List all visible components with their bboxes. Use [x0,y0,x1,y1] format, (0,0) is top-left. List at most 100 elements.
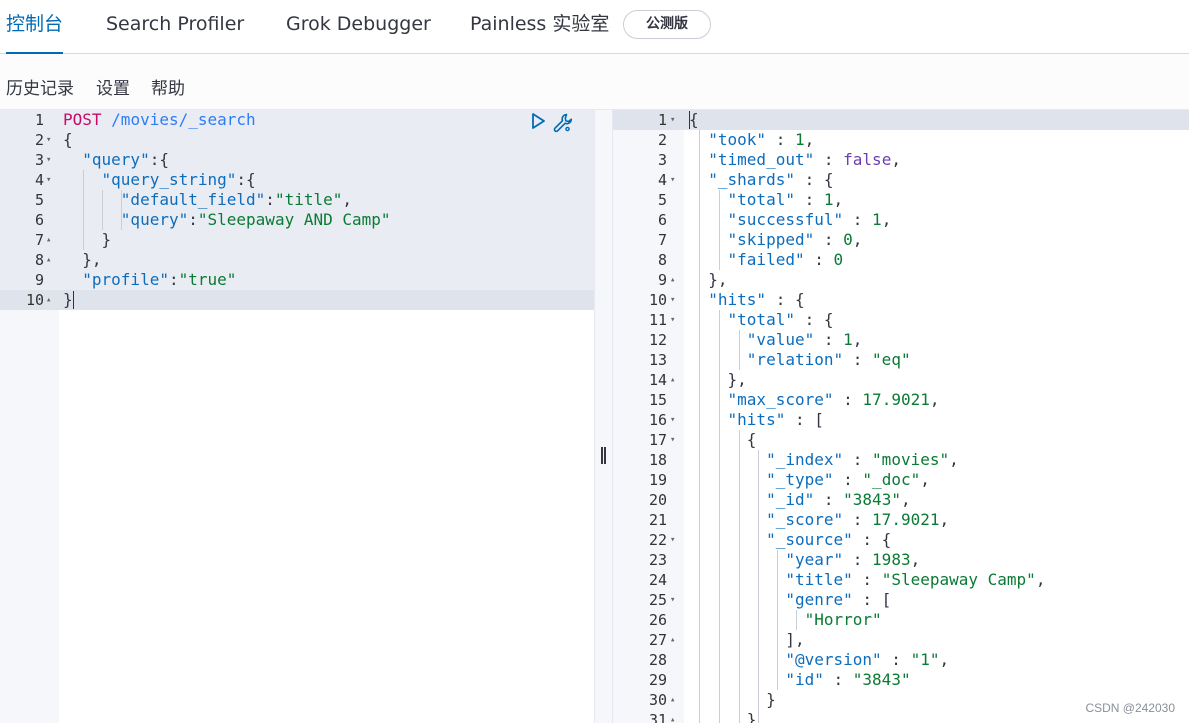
wrench-icon[interactable] [552,112,574,138]
code-text: "relation" : "eq" [746,350,911,369]
play-icon[interactable] [530,112,546,134]
code-text: "Horror" [804,610,882,629]
fold-down-icon[interactable]: ▾ [670,410,680,430]
line-number: 15 [648,391,667,409]
code-text: "value" : 1, [746,330,863,349]
settings-menu-item[interactable]: 设置 [96,74,130,99]
fold-up-icon[interactable]: ▴ [46,230,56,250]
fold-up-icon[interactable]: ▴ [670,630,680,650]
code-text: "total" : { [727,310,834,329]
code-text: ], [785,630,805,649]
code-line[interactable]: 2 ▾ { [0,130,594,150]
tab-grok-debugger[interactable]: Grok Debugger [286,0,431,54]
fold-down-icon[interactable]: ▾ [46,150,56,170]
line-number: 1 [34,111,44,129]
code-text: "profile":"true" [82,270,237,289]
line-number: 4 [657,171,667,189]
line-number: 3 [657,151,667,169]
resize-handle[interactable] [600,447,607,464]
line-number: 21 [648,511,667,529]
indent-guide [758,450,759,723]
code-line[interactable]: 8 ▴ }, [0,250,594,270]
line-number: 7 [34,231,44,249]
fold-up-icon[interactable]: ▴ [46,250,56,270]
line-number: 12 [648,331,667,349]
line-number: 19 [648,471,667,489]
line-number: 14 [648,371,667,389]
indent-guide [719,310,720,723]
code-line[interactable]: 3 ▾ "query":{ [0,150,594,170]
line-number: 2 [34,131,44,149]
line-number: 8 [657,251,667,269]
line-number: 10 [648,291,667,309]
fold-down-icon[interactable]: ▾ [670,530,680,550]
fold-down-icon[interactable]: ▾ [670,430,680,450]
code-text: "@version" : "1", [785,650,950,669]
code-text: { [689,110,699,129]
fold-up-icon[interactable]: ▴ [670,690,680,710]
fold-up-icon[interactable]: ▴ [670,710,680,723]
fold-down-icon[interactable]: ▾ [670,590,680,610]
code-line[interactable]: 7 ▴ } [0,230,594,250]
tab-search-profiler[interactable]: Search Profiler [106,0,244,54]
code-text: } [766,690,776,709]
line-number: 22 [648,531,667,549]
fold-down-icon[interactable]: ▾ [670,310,680,330]
fold-up-icon[interactable]: ▴ [670,370,680,390]
request-editor[interactable]: 1 POST /movies/_search 2 ▾{3 ▾ "query":{4 ▾ "… [0,110,594,723]
line-number: 5 [657,191,667,209]
code-text: "year" : 1983, [785,550,921,569]
fold-up-icon[interactable]: ▴ [670,270,680,290]
code-text: } [63,290,73,309]
response-editor[interactable]: 1 ▾{2 "took" : 1, 3 "timed_out" : false, 4 ▾… [613,110,1189,723]
fold-down-icon[interactable]: ▾ [670,110,680,130]
code-text: POST /movies/_search [63,110,256,129]
fold-down-icon[interactable]: ▾ [46,130,56,150]
code-text: "default_field":"title", [120,190,353,209]
code-line[interactable]: 10 ▴} [0,290,594,310]
code-text: "query_string":{ [101,170,256,189]
fold-down-icon[interactable]: ▾ [46,170,56,190]
indent-guide [102,190,103,230]
line-number: 4 [34,171,44,189]
code-text: "max_score" : 17.9021, [727,390,940,409]
line-number: 9 [34,271,44,289]
code-line[interactable]: 5 "default_field":"title", [0,190,594,210]
code-text: }, [82,250,102,269]
line-number: 31 [648,711,667,723]
line-number: 24 [648,571,667,589]
fold-up-icon[interactable]: ▴ [46,290,56,310]
watermark: CSDN @242030 [1085,701,1175,715]
line-number: 9 [657,271,667,289]
fold-down-icon[interactable]: ▾ [670,170,680,190]
tab-console[interactable]: 控制台 [6,0,64,55]
code-text: }, [708,270,728,289]
code-line[interactable]: 1 ▾ { [613,110,1189,130]
editor-divider [594,110,613,723]
help-menu-item[interactable]: 帮助 [151,74,185,99]
line-number: 1 [657,111,667,129]
code-text: "_score" : 17.9021, [766,510,950,529]
indent-guide [739,430,740,723]
line-number: 23 [648,551,667,569]
code-text: "hits" : { [708,290,805,309]
line-number: 16 [648,411,667,429]
code-text: "total" : 1, [727,190,844,209]
code-text: "failed" : 0 [727,250,844,269]
history-menu-item[interactable]: 历史记录 [6,74,74,99]
tab-painless-lab[interactable]: Painless 实验室 [470,0,609,54]
line-number: 30 [648,691,667,709]
line-number: 29 [648,671,667,689]
code-line[interactable]: 6 "query":"Sleepaway AND Camp" [0,210,594,230]
code-line[interactable]: 1 POST /movies/_search [0,110,594,130]
code-text: "query":{ [82,150,169,169]
indent-guide [719,190,720,270]
line-number: 25 [648,591,667,609]
code-text: "_shards" : { [708,170,834,189]
fold-down-icon[interactable]: ▾ [670,290,680,310]
code-line[interactable]: 9 "profile":"true" [0,270,594,290]
console-menu-bar: 历史记录 设置 帮助 [0,54,1189,110]
line-number: 17 [648,431,667,449]
indent-guide [796,610,797,630]
code-line[interactable]: 4 ▾ "query_string":{ [0,170,594,190]
